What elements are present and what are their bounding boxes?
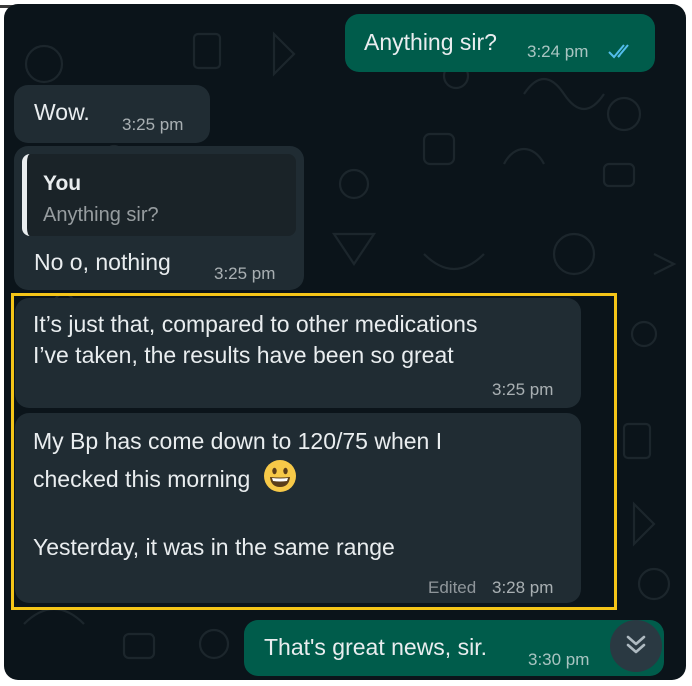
outgoing-message[interactable]: Anything sir? 3:24 pm (345, 14, 655, 72)
message-text: Wow. (34, 99, 90, 125)
message-text-line: My Bp has come down to 120/75 when I (33, 428, 443, 454)
outgoing-message[interactable]: That's great news, sir. 3:30 pm (244, 620, 664, 676)
message-time: 3:24 pm (527, 42, 589, 61)
message-time: 3:25 pm (492, 380, 554, 399)
read-receipt-double-check-icon (607, 42, 637, 65)
incoming-message[interactable]: It’s just that, compared to other medica… (15, 298, 581, 408)
message-time: 3:25 pm (214, 264, 276, 283)
message-text-line: Yesterday, it was in the same range (33, 534, 395, 560)
message-time: 3:30 pm (528, 650, 590, 669)
message-text-line: checked this morning (33, 459, 297, 501)
message-text: Anything sir? (364, 29, 497, 55)
message-text: That's great news, sir. (264, 634, 487, 660)
incoming-reply-message[interactable]: You Anything sir? No o, nothing 3:25 pm (14, 146, 304, 290)
message-time: 3:28 pm (492, 578, 554, 597)
quoted-text: Anything sir? (43, 204, 159, 226)
incoming-message[interactable]: My Bp has come down to 120/75 when I che… (15, 413, 581, 603)
message-text-line: I’ve taken, the results have been so gre… (33, 342, 454, 368)
quoted-author: You (43, 172, 82, 195)
message-text: checked this morning (33, 466, 251, 492)
scroll-to-bottom-button[interactable] (610, 620, 662, 672)
grinning-face-icon (263, 459, 297, 501)
edited-label: Edited (428, 578, 477, 597)
message-text-line: It’s just that, compared to other medica… (33, 311, 478, 337)
message-time: 3:25 pm (122, 115, 184, 134)
chat-window[interactable]: Anything sir? 3:24 pm Wow. 3:25 pm You A… (4, 4, 686, 680)
message-text: No o, nothing (34, 249, 171, 275)
quoted-message[interactable]: You Anything sir? (22, 154, 296, 236)
double-chevron-down-icon (623, 631, 649, 662)
incoming-message[interactable]: Wow. 3:25 pm (14, 85, 210, 143)
